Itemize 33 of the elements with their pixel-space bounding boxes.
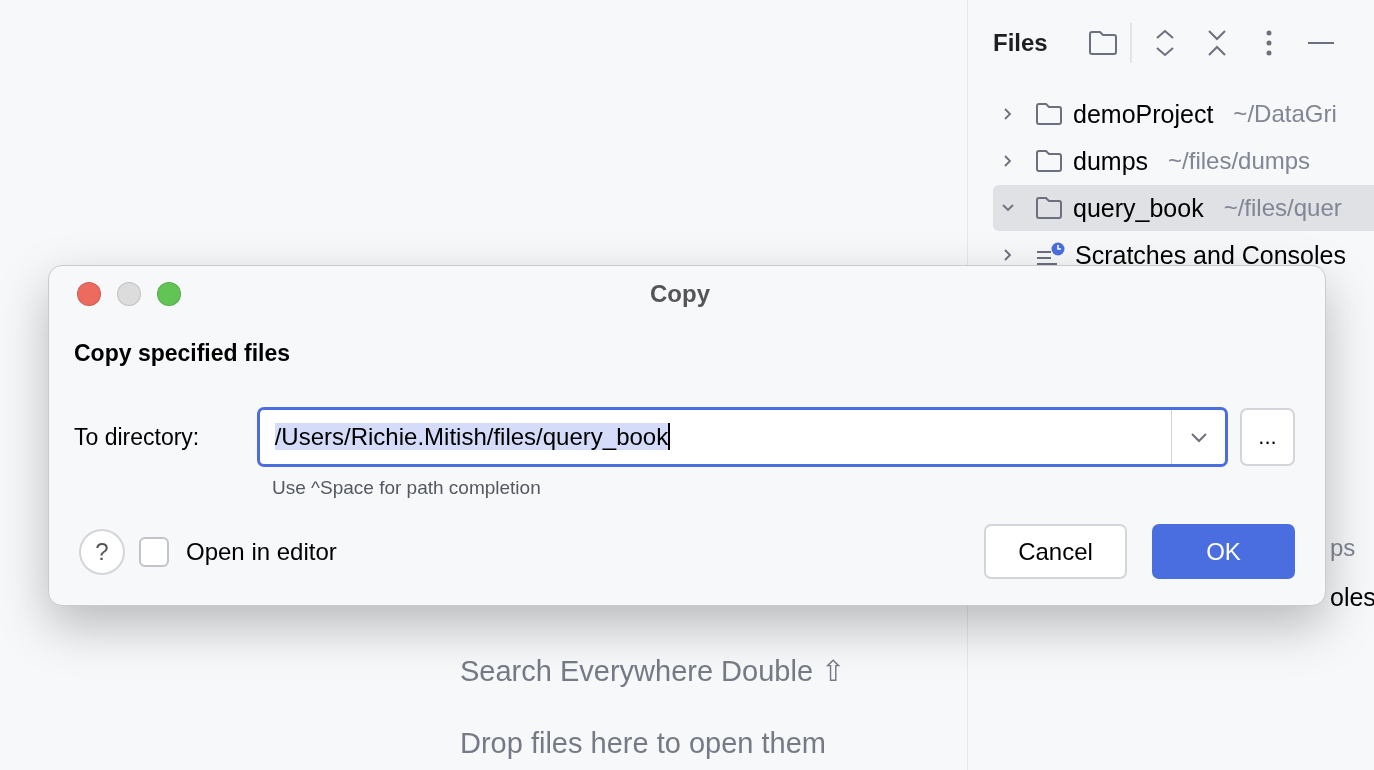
help-button[interactable]: ?	[79, 528, 125, 575]
folder-icon	[1035, 196, 1063, 220]
cancel-button[interactable]: Cancel	[984, 524, 1127, 579]
checkbox-label: Open in editor	[186, 537, 337, 566]
folder-icon	[1035, 149, 1063, 173]
tree-row[interactable]: Scratches and Consoles	[993, 232, 1374, 278]
dialog-heading: Copy specified files	[73, 340, 290, 367]
tree-item-name: query_book	[1073, 193, 1204, 223]
tree-row[interactable]: dumps ~/files/dumps	[993, 138, 1374, 184]
browse-button[interactable]: ...	[1240, 408, 1295, 466]
zoom-window-button[interactable]	[157, 281, 181, 306]
field-label: To directory:	[73, 423, 201, 451]
new-folder-icon[interactable]	[1087, 28, 1118, 58]
tree-item-path: ~/files/quer	[1223, 194, 1342, 222]
close-window-button[interactable]	[77, 281, 101, 306]
ok-button[interactable]: OK	[1152, 524, 1295, 579]
directory-field[interactable]: /Users/Richie.Mitish/files/query_book	[256, 407, 1229, 467]
dropdown-icon[interactable]	[1189, 431, 1208, 443]
tree-item-path: ~/files/dumps	[1168, 147, 1311, 175]
folder-icon	[1035, 102, 1063, 126]
field-hint: Use ^Space for path completion	[272, 477, 541, 499]
dialog-title: Copy	[650, 279, 710, 308]
tree-item-name: dumps	[1073, 146, 1149, 176]
editor-hint: Drop files here to open them	[460, 726, 827, 761]
tree-row[interactable]: query_book ~/files/quer	[993, 185, 1374, 231]
panel-title: Files	[993, 29, 1048, 57]
tree-item-name: demoProject	[1073, 99, 1214, 129]
tree-item-name: Scratches and Consoles	[1075, 240, 1346, 270]
tree-row[interactable]: demoProject ~/DataGri	[993, 91, 1374, 137]
checkbox[interactable]	[139, 536, 169, 567]
editor-hint: Search Everywhere Double ⇧	[460, 654, 847, 689]
tree-item-path: ~/DataGri	[1233, 100, 1337, 128]
tree-item-path: ps	[1330, 534, 1356, 562]
